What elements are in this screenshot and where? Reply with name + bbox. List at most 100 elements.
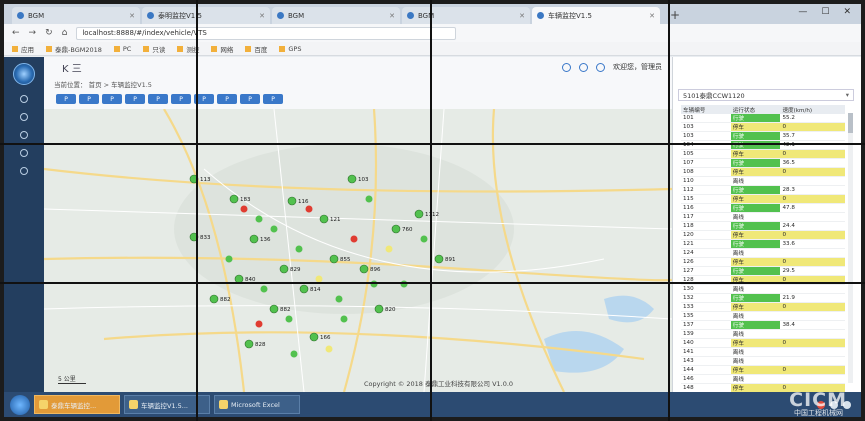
- vehicle-marker[interactable]: [319, 214, 329, 224]
- vehicle-marker[interactable]: [309, 332, 319, 342]
- table-row[interactable]: 144 停车 0: [681, 365, 845, 375]
- vehicle-marker[interactable]: [434, 254, 444, 264]
- vehicle-marker[interactable]: [385, 245, 393, 253]
- map-canvas[interactable]: 183 116 103 760 833 882 828 882 814 855 896 136 1112…: [44, 109, 672, 392]
- vehicle-marker[interactable]: [240, 205, 248, 213]
- table-row[interactable]: 103 行驶 35.7: [681, 131, 845, 141]
- table-row[interactable]: 117 离线: [681, 212, 845, 222]
- sidebar-alarm-icon[interactable]: [20, 149, 28, 157]
- vehicle-marker[interactable]: [229, 194, 239, 204]
- back-icon[interactable]: ←: [12, 28, 20, 38]
- table-row[interactable]: 118 行驶 24.4: [681, 221, 845, 231]
- vehicle-map[interactable]: 183 116 103 760 833 882 828 882 814 855 896 136 1112…: [44, 109, 672, 392]
- taskbar-item[interactable]: Microsoft Excel: [214, 395, 300, 414]
- toolbar-button[interactable]: P: [56, 94, 76, 104]
- bookmark-item[interactable]: 只读: [143, 44, 165, 54]
- vehicle-marker[interactable]: [225, 255, 233, 263]
- column-header[interactable]: 速度(km/h): [780, 105, 845, 114]
- toolbar-button[interactable]: P: [102, 94, 122, 104]
- column-header[interactable]: 运行状态: [730, 105, 781, 114]
- maximize-icon[interactable]: ☐: [821, 7, 829, 17]
- notification-icon[interactable]: [579, 62, 588, 72]
- vehicle-marker[interactable]: [260, 285, 268, 293]
- vehicle-marker[interactable]: [305, 205, 313, 213]
- tab-close-icon[interactable]: ✕: [129, 12, 135, 20]
- table-row[interactable]: 126 停车 0: [681, 257, 845, 267]
- table-row[interactable]: 116 行驶 47.8: [681, 203, 845, 213]
- table-row[interactable]: 146 离线: [681, 374, 845, 384]
- vehicle-marker[interactable]: [335, 295, 343, 303]
- tab-close-icon[interactable]: ✕: [649, 12, 655, 20]
- refresh-icon[interactable]: [562, 62, 571, 72]
- table-row[interactable]: 112 行驶 28.3: [681, 185, 845, 195]
- bookmark-item[interactable]: GPS: [279, 45, 301, 53]
- vehicle-marker[interactable]: [270, 225, 278, 233]
- vehicle-marker[interactable]: [255, 320, 263, 328]
- vehicle-marker[interactable]: [391, 224, 401, 234]
- vehicle-marker[interactable]: [414, 209, 424, 219]
- user-avatar-icon[interactable]: [596, 62, 605, 72]
- tab-close-icon[interactable]: ✕: [389, 12, 395, 20]
- table-row[interactable]: 124 离线: [681, 248, 845, 258]
- vehicle-marker[interactable]: [329, 254, 339, 264]
- vehicle-marker[interactable]: [279, 264, 289, 274]
- vehicle-marker[interactable]: [295, 245, 303, 253]
- app-title[interactable]: K 三: [62, 60, 82, 75]
- table-row[interactable]: 104 行驶 42.1: [681, 140, 845, 150]
- table-row[interactable]: 132 行驶 21.9: [681, 293, 845, 303]
- table-row[interactable]: 140 停车 0: [681, 338, 845, 348]
- sidebar-monitor-icon[interactable]: [20, 95, 28, 103]
- start-button-icon[interactable]: [10, 394, 30, 415]
- bookmark-item[interactable]: 百度: [245, 44, 267, 54]
- column-header[interactable]: 车辆编号: [681, 105, 731, 114]
- browser-tab[interactable]: 泰明监控V1.5 ✕: [142, 7, 270, 24]
- close-window-icon[interactable]: ✕: [843, 7, 851, 17]
- vehicle-marker[interactable]: [325, 345, 333, 353]
- address-bar[interactable]: localhost:8888/#/index/vehicle/VTS: [76, 26, 457, 40]
- table-row[interactable]: 130 离线: [681, 284, 845, 294]
- vehicle-marker[interactable]: [299, 284, 309, 294]
- vehicle-marker[interactable]: [365, 195, 373, 203]
- vehicle-marker[interactable]: [269, 304, 279, 314]
- table-row[interactable]: 133 停车 0: [681, 302, 845, 312]
- table-row[interactable]: 135 离线: [681, 311, 845, 321]
- table-row[interactable]: 139 离线: [681, 329, 845, 339]
- toolbar-button[interactable]: P: [125, 94, 145, 104]
- vehicle-marker[interactable]: [209, 294, 219, 304]
- toolbar-button[interactable]: P: [171, 94, 191, 104]
- vehicle-marker[interactable]: [287, 196, 297, 206]
- bookmark-item[interactable]: 泰鼎-BGM2018: [46, 44, 102, 54]
- browser-tab-active[interactable]: 车辆监控V1.5 ✕: [532, 7, 660, 24]
- browser-tab[interactable]: BGM ✕: [272, 7, 400, 24]
- table-row[interactable]: 115 停车 0: [681, 194, 845, 204]
- vehicle-marker[interactable]: [340, 315, 348, 323]
- table-row[interactable]: 101 行驶 55.2: [681, 114, 845, 123]
- vehicle-marker[interactable]: [255, 215, 263, 223]
- browser-tab[interactable]: BGM ✕: [12, 7, 140, 24]
- sidebar-report-icon[interactable]: [20, 131, 28, 139]
- toolbar-button[interactable]: P: [240, 94, 260, 104]
- table-row[interactable]: 120 停车 0: [681, 230, 845, 240]
- minimize-icon[interactable]: —: [798, 7, 807, 17]
- table-row[interactable]: 107 行驶 36.5: [681, 158, 845, 168]
- user-label[interactable]: 欢迎您，管理员: [613, 62, 662, 72]
- bookmark-item[interactable]: 网络: [211, 44, 233, 54]
- tab-close-icon[interactable]: ✕: [259, 12, 265, 20]
- vehicle-marker[interactable]: [244, 339, 254, 349]
- browser-tab[interactable]: BGM ✕: [402, 7, 530, 24]
- vehicle-marker[interactable]: [350, 235, 358, 243]
- table-row[interactable]: 108 停车 0: [681, 167, 845, 177]
- vehicle-marker[interactable]: [420, 235, 428, 243]
- sidebar-settings-icon[interactable]: [20, 167, 28, 175]
- table-row[interactable]: 137 行驶 38.4: [681, 320, 845, 330]
- table-row[interactable]: 103 停车 0: [681, 122, 845, 132]
- toolbar-button[interactable]: P: [263, 94, 283, 104]
- table-row[interactable]: 110 离线: [681, 176, 845, 186]
- tab-close-icon[interactable]: ✕: [519, 12, 525, 20]
- forward-icon[interactable]: →: [29, 28, 37, 38]
- vehicle-marker[interactable]: [249, 234, 259, 244]
- home-icon[interactable]: ⌂: [62, 28, 68, 38]
- vehicle-marker[interactable]: [285, 315, 293, 323]
- vehicle-marker[interactable]: [374, 304, 384, 314]
- toolbar-button[interactable]: P: [217, 94, 237, 104]
